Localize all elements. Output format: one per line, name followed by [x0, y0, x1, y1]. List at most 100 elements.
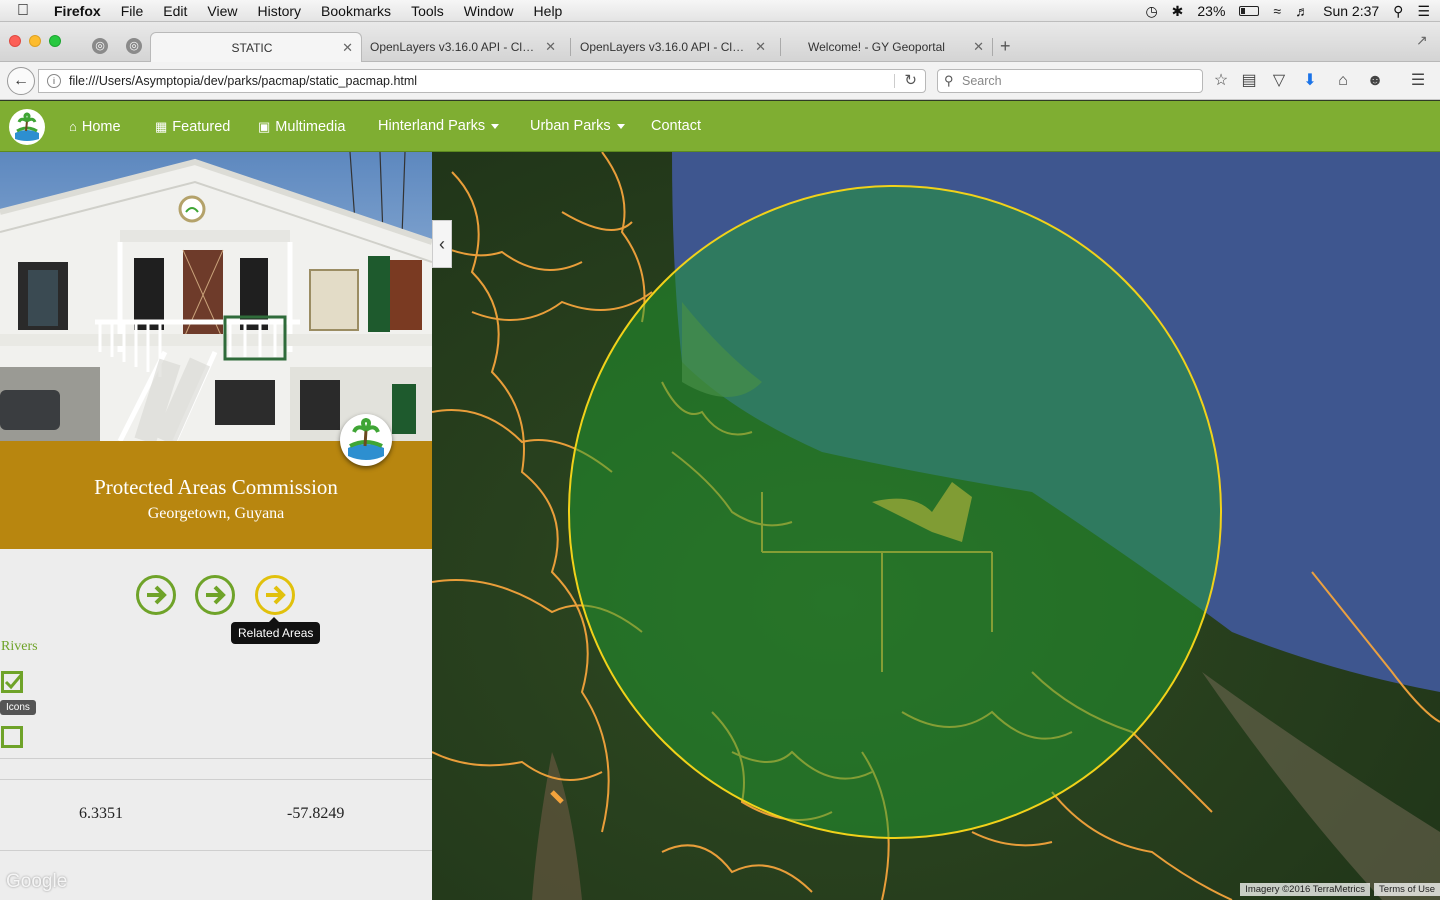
- home-icon: ⌂: [69, 119, 77, 134]
- browser-tab-bar: ◎ ◎ STATIC ✕ OpenLayers v3.16.0 API - Cl…: [0, 22, 1440, 62]
- menu-window[interactable]: Window: [454, 3, 524, 19]
- nav-contact[interactable]: Contact: [651, 101, 701, 152]
- tab-static[interactable]: STATIC ✕: [150, 32, 362, 62]
- terms-of-use-link[interactable]: Terms of Use: [1374, 883, 1440, 896]
- hamburger-menu-icon[interactable]: ☰: [1408, 71, 1428, 91]
- site-navbar: ⌂ Home ▦ Featured ▣ Multimedia Hinterland P…: [0, 101, 1440, 152]
- wifi-icon[interactable]: ≈: [1273, 3, 1281, 19]
- nav-urban-parks-dropdown[interactable]: Urban Parks: [530, 101, 625, 152]
- browser-nav-bar: ← i file:///Users/Asymptopia/dev/parks/p…: [0, 62, 1440, 100]
- arrow-right-icon: [266, 585, 286, 605]
- tab-openlayers-2[interactable]: OpenLayers v3.16.0 API - Clas... ✕: [564, 32, 774, 62]
- related-areas-tooltip: Related Areas: [231, 617, 321, 644]
- url-divider: [894, 74, 895, 88]
- nav-hinterland-parks-dropdown[interactable]: Hinterland Parks: [378, 101, 500, 152]
- close-tab-icon[interactable]: ✕: [342, 40, 353, 56]
- new-tab-button[interactable]: +: [1000, 36, 1011, 57]
- menu-help[interactable]: Help: [524, 3, 573, 19]
- minimize-window-button[interactable]: [29, 35, 41, 47]
- menu-view[interactable]: View: [197, 3, 247, 19]
- arrow-right-button-2[interactable]: [195, 575, 235, 615]
- pac-logo-icon[interactable]: [9, 109, 45, 145]
- bluetooth-icon[interactable]: ✱: [1172, 3, 1184, 20]
- related-areas-button[interactable]: [255, 575, 295, 615]
- nav-hinterland-label: Hinterland Parks: [378, 118, 486, 134]
- menu-bookmarks[interactable]: Bookmarks: [311, 3, 401, 19]
- site-info-icon[interactable]: i: [47, 74, 61, 88]
- nav-urban-label: Urban Parks: [530, 118, 611, 134]
- home-icon[interactable]: ⌂: [1333, 71, 1353, 91]
- tab-divider: [780, 38, 781, 56]
- url-text: file:///Users/Asymptopia/dev/parks/pacma…: [69, 74, 418, 88]
- pac-logo-badge-icon: [340, 414, 392, 466]
- pac-building-photo: [0, 152, 432, 441]
- reload-icon[interactable]: ↻: [904, 70, 917, 92]
- nav-featured-label: Featured: [172, 119, 231, 135]
- menu-history[interactable]: History: [247, 3, 311, 19]
- caret-down-icon: [616, 123, 625, 129]
- nav-home-label: Home: [81, 119, 121, 135]
- film-icon: ▦: [155, 119, 168, 134]
- nav-multimedia[interactable]: ▣ Multimedia: [258, 101, 345, 152]
- search-icon: ⚲: [944, 73, 954, 88]
- downloads-icon[interactable]: ⬇: [1300, 71, 1320, 91]
- clock[interactable]: Sun 2:37: [1323, 3, 1379, 19]
- nav-contact-label: Contact: [651, 118, 701, 134]
- search-placeholder: Search: [962, 74, 1002, 88]
- info-panel: Protected Areas Commission Georgetown, G…: [0, 152, 432, 900]
- time-machine-icon[interactable]: ◷: [1145, 3, 1157, 20]
- buffer-circle[interactable]: [568, 185, 1222, 839]
- pinned-tab-globe-icon-2[interactable]: ◎: [126, 38, 142, 54]
- tab-label: STATIC: [231, 40, 273, 55]
- zoom-window-button[interactable]: [49, 35, 61, 47]
- battery-percent[interactable]: 23%: [1197, 3, 1225, 19]
- spotlight-icon[interactable]: ⚲: [1393, 3, 1403, 20]
- rivers-checkbox[interactable]: [1, 671, 24, 693]
- satellite-map[interactable]: [432, 152, 1440, 900]
- menu-app-firefox[interactable]: Firefox: [46, 3, 111, 19]
- apple-menu-icon[interactable]: : [0, 2, 46, 20]
- macos-menu-bar:  Firefox File Edit View History Bookmar…: [0, 0, 1440, 22]
- park-subtitle: Georgetown, Guyana: [147, 505, 285, 522]
- pocket-icon[interactable]: ▽: [1269, 71, 1289, 91]
- status-area: ◷ ✱ 23% ≈ ♬ Sun 2:37 ⚲ ☰: [1145, 0, 1440, 22]
- nav-home[interactable]: ⌂ Home: [69, 101, 121, 152]
- chevron-left-icon: ‹: [439, 234, 445, 254]
- map-attribution: Imagery ©2016 TerraMetrics Terms of Use: [1236, 883, 1440, 896]
- close-tab-icon[interactable]: ✕: [755, 39, 766, 55]
- menu-edit[interactable]: Edit: [153, 3, 197, 19]
- url-bar[interactable]: i file:///Users/Asymptopia/dev/parks/pac…: [38, 69, 926, 93]
- arrow-right-icon: [206, 585, 226, 605]
- icons-checkbox[interactable]: [1, 726, 23, 748]
- notification-center-icon[interactable]: ☰: [1417, 3, 1430, 20]
- arrow-right-button-1[interactable]: [136, 575, 176, 615]
- rivers-label: Rivers: [1, 639, 38, 654]
- reading-list-icon[interactable]: ▤: [1239, 71, 1259, 91]
- close-window-button[interactable]: [9, 35, 21, 47]
- fullscreen-icon[interactable]: ↗: [1416, 32, 1428, 49]
- icons-tooltip: Icons: [0, 700, 36, 715]
- volume-icon[interactable]: ♬: [1295, 3, 1309, 19]
- tab-gy-geoportal[interactable]: Welcome! - GY Geoportal ✕: [792, 32, 992, 62]
- pinned-tab-globe-icon[interactable]: ◎: [92, 38, 108, 54]
- checkmark-icon: [4, 673, 24, 690]
- close-tab-icon[interactable]: ✕: [545, 39, 556, 55]
- battery-icon[interactable]: [1239, 6, 1260, 16]
- menu-tools[interactable]: Tools: [401, 3, 454, 19]
- nav-multimedia-label: Multimedia: [275, 119, 346, 135]
- close-tab-icon[interactable]: ✕: [973, 39, 984, 55]
- tab-label: OpenLayers v3.16.0 API - Clas...: [580, 40, 750, 54]
- bookmark-star-icon[interactable]: ☆: [1211, 71, 1231, 91]
- arrow-right-icon: [147, 585, 167, 605]
- search-input[interactable]: ⚲ Search: [937, 69, 1203, 93]
- menu-file[interactable]: File: [111, 3, 154, 19]
- latitude-value: 6.3351: [79, 805, 123, 822]
- hello-chat-icon[interactable]: ☻: [1365, 71, 1385, 91]
- nav-featured[interactable]: ▦ Featured: [155, 101, 230, 152]
- back-button[interactable]: ←: [7, 67, 35, 95]
- map-view[interactable]: Imagery ©2016 TerraMetrics Terms of Use: [432, 152, 1440, 900]
- tab-openlayers-1[interactable]: OpenLayers v3.16.0 API - Clas... ✕: [354, 32, 564, 62]
- collapse-panel-button[interactable]: ‹: [432, 220, 452, 268]
- caret-down-icon: [491, 123, 500, 129]
- tab-label: OpenLayers v3.16.0 API - Clas...: [370, 40, 540, 54]
